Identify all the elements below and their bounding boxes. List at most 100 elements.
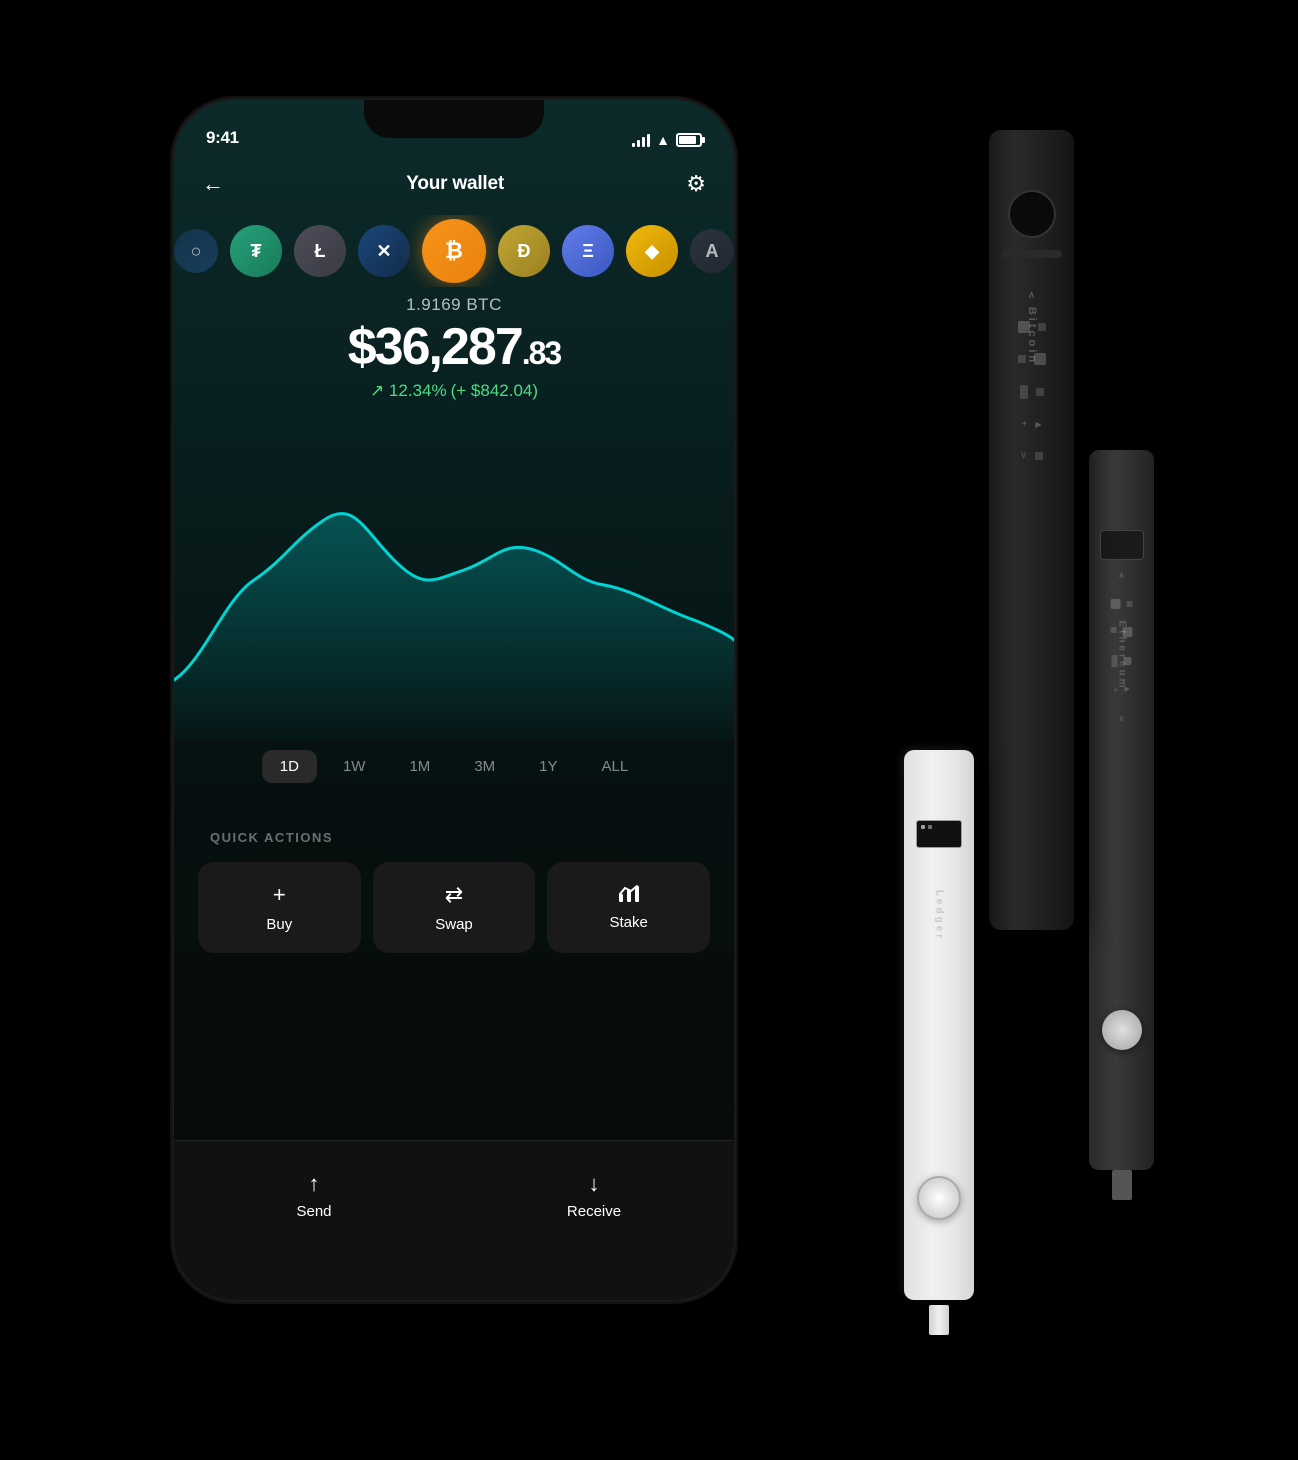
ledger-icon-row-4 bbox=[1020, 385, 1044, 399]
white-pixel-1 bbox=[921, 825, 925, 829]
ledger-nano-s-white-button bbox=[917, 1176, 961, 1220]
time-btn-1y[interactable]: 1Y bbox=[521, 750, 575, 783]
quick-actions-panel: + Buy ⇄ Swap Sta bbox=[198, 862, 710, 953]
signal-bar-1 bbox=[632, 143, 635, 147]
back-button[interactable]: ← bbox=[202, 171, 224, 197]
ledger-icon-row-5: + ▶ bbox=[1022, 419, 1042, 430]
ledger-nano-s-white-usb bbox=[929, 1305, 949, 1335]
buy-button[interactable]: + Buy bbox=[198, 862, 361, 953]
coin-ltc[interactable]: Ł bbox=[294, 225, 346, 277]
status-time: 9:41 bbox=[206, 128, 239, 148]
battery-fill bbox=[679, 136, 696, 144]
ledger-nano-x-screen bbox=[1008, 190, 1056, 238]
crypto-balance: 1.9169 BTC bbox=[174, 295, 734, 315]
phone-notch bbox=[364, 100, 544, 138]
coin-bnb[interactable]: ◆ bbox=[626, 225, 678, 277]
ledger-nano-x-button bbox=[1002, 250, 1062, 258]
ledger-nav-down: ∨ bbox=[1020, 450, 1027, 461]
stake-button[interactable]: Stake bbox=[547, 862, 710, 953]
phone-screen: 9:41 ▲ ← Your wallet bbox=[174, 100, 734, 1300]
ledger-s-icon-2 bbox=[1127, 601, 1133, 607]
signal-icon bbox=[632, 133, 650, 147]
ledger-nano-s-button bbox=[1102, 1010, 1142, 1050]
send-label: Send bbox=[296, 1203, 331, 1220]
ledger-nano-s-white-screen bbox=[916, 820, 962, 848]
time-btn-1m[interactable]: 1M bbox=[391, 750, 448, 783]
usd-cents: .83 bbox=[522, 335, 560, 371]
white-screen-row-1 bbox=[921, 825, 957, 829]
ledger-s-row-1: ∧ bbox=[1118, 570, 1125, 581]
battery-icon bbox=[676, 133, 702, 147]
white-screen-content bbox=[917, 821, 961, 833]
buy-label: Buy bbox=[266, 916, 292, 933]
ledger-s-nav-up: ∧ bbox=[1118, 570, 1125, 581]
coin-partial-right[interactable]: A bbox=[690, 229, 734, 273]
ledger-nav-up: ∧ bbox=[1028, 290, 1035, 301]
ledger-nano-s-label: Ethereum bbox=[1116, 620, 1127, 690]
bottom-action-bar: ↑ Send ↓ Receive bbox=[174, 1140, 734, 1300]
price-chart[interactable] bbox=[174, 440, 734, 740]
ledger-s-icon-1 bbox=[1111, 599, 1121, 609]
time-btn-all[interactable]: ALL bbox=[584, 750, 647, 783]
wallet-header: ← Your wallet ⚙ bbox=[174, 156, 734, 212]
settings-button[interactable]: ⚙ bbox=[686, 171, 706, 197]
time-period-selector: 1D 1W 1M 3M 1Y ALL bbox=[174, 750, 734, 783]
ledger-app-icon-3 bbox=[1018, 355, 1026, 363]
change-usd: (+ $842.04) bbox=[451, 381, 538, 401]
time-btn-1d[interactable]: 1D bbox=[262, 750, 317, 783]
ledger-arrow-icon: ▶ bbox=[1035, 420, 1041, 429]
receive-icon: ↓ bbox=[589, 1171, 600, 1197]
time-btn-1w[interactable]: 1W bbox=[325, 750, 384, 783]
ledger-icon-row-6: ∨ bbox=[1020, 450, 1043, 461]
change-percent: ↗ 12.34% bbox=[370, 381, 447, 401]
price-change: ↗ 12.34% (+ $842.04) bbox=[174, 381, 734, 401]
scene: 9:41 ▲ ← Your wallet bbox=[124, 50, 1174, 1410]
ledger-s-nav-down: ∨ bbox=[1118, 713, 1125, 724]
ledger-nano-s-screen bbox=[1100, 530, 1144, 560]
coin-btc-active[interactable]: ₿ bbox=[422, 219, 486, 283]
signal-bar-3 bbox=[642, 137, 645, 147]
buy-icon: + bbox=[273, 882, 286, 908]
white-pixel-2 bbox=[928, 825, 932, 829]
time-btn-3m[interactable]: 3M bbox=[456, 750, 513, 783]
ledger-nano-x-label: Bitcoin bbox=[1026, 307, 1038, 365]
send-button[interactable]: ↑ Send bbox=[174, 1161, 454, 1220]
ledger-app-icon-2 bbox=[1038, 323, 1046, 331]
receive-button[interactable]: ↓ Receive bbox=[454, 1161, 734, 1220]
ledger-s-row-6: ∨ bbox=[1118, 713, 1125, 724]
balance-section: 1.9169 BTC $36,287.83 ↗ 12.34% (+ $842.0… bbox=[174, 295, 734, 401]
wifi-icon: ▲ bbox=[656, 132, 670, 148]
send-icon: ↑ bbox=[309, 1171, 320, 1197]
signal-bar-2 bbox=[637, 140, 640, 147]
page-title: Your wallet bbox=[224, 173, 686, 195]
coin-partial-left[interactable]: ○ bbox=[174, 229, 218, 273]
usd-balance: $36,287.83 bbox=[174, 321, 734, 373]
phone-device: 9:41 ▲ ← Your wallet bbox=[174, 100, 734, 1300]
ledger-nano-s-usb bbox=[1112, 1170, 1132, 1200]
receive-label: Receive bbox=[567, 1203, 621, 1220]
coin-carousel: ○ ₮ Ł ✕ ₿ Ð Ξ ◆ A bbox=[174, 215, 734, 287]
coin-usdt[interactable]: ₮ bbox=[230, 225, 282, 277]
swap-label: Swap bbox=[435, 916, 473, 933]
ledger-nano-s-white-label: Ledger bbox=[934, 890, 945, 941]
chart-area-fill bbox=[174, 514, 734, 740]
coin-xrp[interactable]: ✕ bbox=[358, 225, 410, 277]
ledger-s-row-2 bbox=[1111, 599, 1133, 609]
chart-svg bbox=[174, 440, 734, 740]
stake-icon bbox=[617, 882, 641, 906]
ledger-icon-row-1: ∧ bbox=[1028, 290, 1035, 301]
swap-button[interactable]: ⇄ Swap bbox=[373, 862, 536, 953]
signal-bar-4 bbox=[647, 134, 650, 147]
swap-icon: ⇄ bbox=[445, 882, 463, 908]
ledger-app-icon-5 bbox=[1020, 385, 1028, 399]
coin-eth[interactable]: Ξ bbox=[562, 225, 614, 277]
status-icons: ▲ bbox=[632, 132, 702, 148]
ledger-nano-x-device: ∧ + ▶ ∨ Bitcoin bbox=[989, 130, 1074, 930]
coin-doge[interactable]: Ð bbox=[498, 225, 550, 277]
ledger-app-icon-7 bbox=[1035, 452, 1043, 460]
ledger-app-icon-6 bbox=[1036, 388, 1044, 396]
ledger-nano-s-device: ∧ + ▶ ∨ Ethereum bbox=[1089, 450, 1154, 1170]
ledger-plus-icon: + bbox=[1022, 419, 1028, 430]
ledger-nano-s-white-device: Ledger bbox=[904, 750, 974, 1300]
quick-actions-label: QUICK ACTIONS bbox=[210, 830, 333, 845]
